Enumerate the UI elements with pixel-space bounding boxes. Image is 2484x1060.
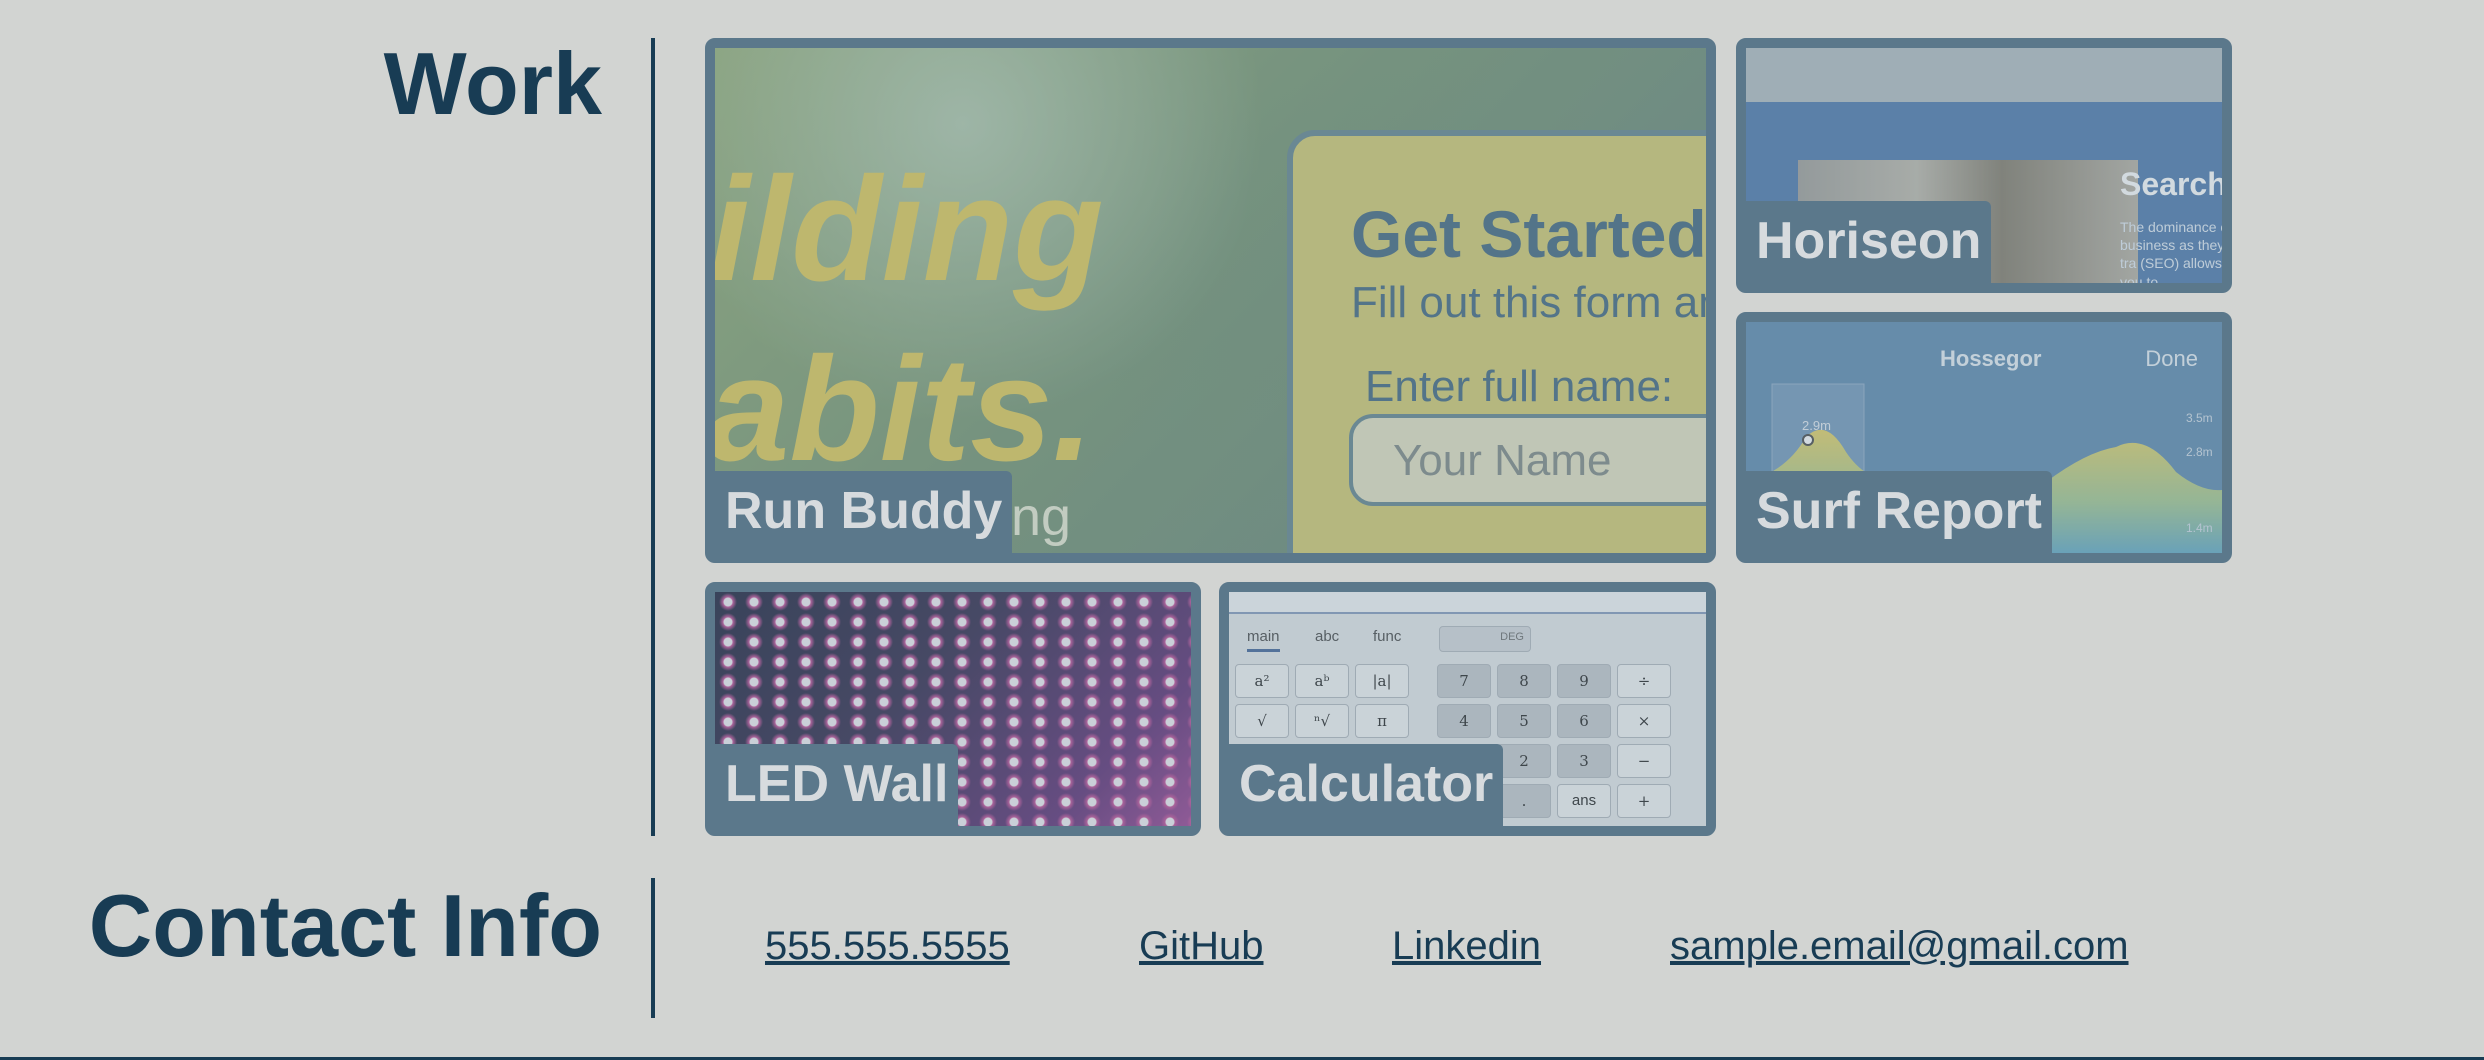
calc-key-ans: ans (1557, 784, 1611, 818)
contact-divider (651, 878, 655, 1018)
horiseon-heading: Search (2120, 166, 2222, 202)
calculator-display (1229, 592, 1706, 614)
project-card-calculator[interactable]: main abc func DEG a² aᵇ |a| 7 8 9 ÷ √ ⁿ√… (1219, 582, 1716, 836)
surf-report-tick-2: 2.8m (2186, 445, 2213, 459)
calc-key-3: 3 (1557, 744, 1611, 778)
run-buddy-hero-small: ng (1011, 487, 1072, 547)
run-buddy-form-subtitle: Fill out this form an (1351, 278, 1706, 327)
work-heading: Work (383, 34, 602, 133)
calc-key-power: aᵇ (1295, 664, 1349, 698)
calc-key-minus: − (1617, 744, 1671, 778)
calculator-tab-abc: abc (1315, 628, 1340, 645)
calc-key-pi: π (1355, 704, 1409, 738)
calc-key-dot: . (1497, 784, 1551, 818)
calc-key-multiply: × (1617, 704, 1671, 738)
project-label-led-wall: LED Wall (715, 744, 959, 826)
project-card-led-wall[interactable]: LED Wall (705, 582, 1201, 836)
project-card-run-buddy[interactable]: ilding abits. ng Get Started Fill out th… (705, 38, 1716, 563)
project-label-horiseon: Horiseon (1746, 201, 1992, 283)
run-buddy-form-label: Enter full name: (1365, 362, 1674, 411)
project-card-surf-report[interactable]: Hossegor Done 2.9m 3.5m 2.8m 1.4m W Surf… (1736, 312, 2232, 563)
calc-key-6: 6 (1557, 704, 1611, 738)
contact-email-link[interactable]: sample.email@gmail.com (1670, 924, 2129, 969)
calc-key-sqrt: √ (1235, 704, 1289, 738)
calc-key-plus: + (1617, 784, 1671, 818)
contact-linkedin-link[interactable]: Linkedin (1392, 924, 1541, 969)
contact-github-link[interactable]: GitHub (1139, 924, 1264, 969)
calculator-tab-func: func (1373, 628, 1402, 645)
project-card-horiseon[interactable]: Search The dominance of business as they… (1736, 38, 2232, 293)
calc-key-square: a² (1235, 664, 1289, 698)
run-buddy-form-title: Get Started (1351, 197, 1706, 271)
run-buddy-name-input-preview: Your Name (1349, 414, 1706, 506)
run-buddy-hero-line1: ilding (715, 147, 1104, 312)
work-divider (651, 38, 655, 836)
surf-report-tick-3: 1.4m (2186, 521, 2213, 535)
contact-phone-link[interactable]: 555.555.5555 (765, 924, 1010, 969)
calc-key-8: 8 (1497, 664, 1551, 698)
run-buddy-input-placeholder: Your Name (1393, 436, 1612, 485)
project-label-surf-report: Surf Report (1746, 471, 2052, 553)
project-label-run-buddy: Run Buddy (715, 471, 1013, 553)
project-label-calculator: Calculator (1229, 744, 1504, 826)
surf-report-tick-1: 3.5m (2186, 411, 2213, 425)
calc-key-abs: |a| (1355, 664, 1409, 698)
calc-key-5: 5 (1497, 704, 1551, 738)
calc-key-4: 4 (1437, 704, 1491, 738)
run-buddy-hero-line2: abits. (715, 327, 1094, 492)
run-buddy-form-preview: Get Started Fill out this form an Enter … (1287, 130, 1706, 553)
calc-key-divide: ÷ (1617, 664, 1671, 698)
calc-key-nroot: ⁿ√ (1295, 704, 1349, 738)
contact-heading: Contact Info (88, 876, 602, 975)
horiseon-body-text: The dominance of business as they tra (S… (2120, 219, 2222, 283)
calculator-tab-main: main (1247, 628, 1280, 652)
calc-key-7: 7 (1437, 664, 1491, 698)
calculator-deg-toggle: DEG (1439, 626, 1531, 652)
surf-report-marker: 2.9m (1802, 418, 1831, 433)
calc-key-2: 2 (1497, 744, 1551, 778)
calc-key-9: 9 (1557, 664, 1611, 698)
